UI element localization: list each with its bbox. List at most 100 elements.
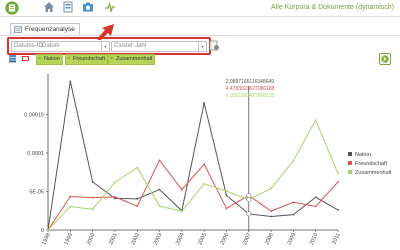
hover-marker (246, 197, 252, 203)
data-point (47, 229, 49, 231)
tooltip-value: 4.4783021627086188 (226, 86, 275, 92)
data-point (292, 213, 295, 216)
data-point (158, 188, 161, 191)
data-point (270, 210, 272, 213)
apply-button[interactable] (379, 53, 391, 65)
cluster-label: Cluster: (114, 43, 135, 49)
data-point (314, 196, 317, 199)
y-tick-label: 5E-05 (29, 190, 44, 196)
data-point (136, 166, 139, 169)
x-tick-label: 2008 (264, 232, 275, 246)
data-point (337, 180, 339, 183)
chevron-down-icon[interactable]: ▼ (198, 42, 206, 51)
x-tick-label: 2002 (130, 232, 141, 246)
x-tick-label: 2000 (86, 232, 97, 246)
x-tick-label: 1998 (41, 232, 52, 246)
data-point (203, 163, 206, 166)
legend-label: Nation (355, 152, 371, 158)
data-point (292, 159, 295, 162)
x-tick-label: 2007 (242, 232, 253, 246)
legend-label: Freundschaft (355, 161, 388, 167)
tab-frequenzanalyse[interactable]: Frequenzanalyse (10, 23, 80, 35)
data-point (180, 188, 183, 191)
data-point (114, 181, 116, 184)
data-point (225, 190, 228, 193)
cluster-value: Jahr (135, 43, 147, 49)
legend-swatch (348, 170, 352, 174)
data-point (158, 159, 161, 162)
data-point (91, 180, 94, 183)
legend-label: Zusammenhalt (355, 170, 392, 176)
x-tick-label: 2006 (220, 232, 231, 246)
data-point (69, 195, 72, 198)
settings-document-icon[interactable] (209, 40, 220, 51)
selected-tags-bar: × Nation × Freundschaft × Zusammenhalt (8, 53, 391, 65)
series-line-nation (47, 81, 339, 231)
remove-tag-icon[interactable]: × (38, 55, 41, 64)
filter-selection-box: Datums-ID: Datum ▼ Cluster: Jahr ▼ (7, 37, 211, 55)
top-bar: Alle Korpora & Dokumente (dynamisch) (0, 0, 400, 17)
tooltip-value: 2.0897166116348649 (226, 79, 275, 85)
tab-label: Frequenzanalyse (25, 26, 75, 33)
datum-id-value: Datum (42, 43, 60, 49)
x-tick-label: 2010 (309, 232, 320, 246)
tag-nation[interactable]: × Nation (36, 54, 63, 65)
data-point (314, 118, 317, 121)
data-point (292, 201, 295, 204)
data-point (91, 208, 94, 211)
tag-label: Nation (44, 56, 60, 62)
x-tick-label: 2004 (175, 232, 186, 246)
x-tick-label: 1999 (64, 232, 75, 246)
y-tick-label: 0.00015 (24, 113, 44, 119)
data-point (69, 80, 72, 83)
arrow-right-icon (381, 55, 389, 63)
tag-label: Freundschaft (73, 56, 106, 62)
layers-icon[interactable] (8, 54, 17, 63)
x-tick-label: 2005 (197, 232, 208, 246)
y-tick-label: 0 (41, 228, 44, 234)
tab-strip: Frequenzanalyse (0, 22, 400, 36)
frequency-line-chart: 0.00015 0.0001 5E-05 01998 1999 2000 2001 2002 2… (24, 74, 392, 246)
tooltip-value: 3.9561583427806535 (226, 93, 275, 99)
data-point (225, 207, 228, 210)
data-point (158, 205, 161, 208)
data-point (337, 209, 339, 211)
datum-id-select[interactable]: Datums-ID: Datum ▼ (11, 41, 110, 52)
data-point (203, 102, 206, 104)
document-icon (14, 26, 22, 33)
chevron-down-icon[interactable]: ▼ (101, 42, 109, 51)
x-tick-label: 2009 (287, 232, 298, 246)
app-logo-icon[interactable] (5, 1, 19, 15)
data-point (270, 215, 272, 218)
x-tick-label: 2011 (331, 232, 341, 245)
x-tick-label: 2001 (108, 232, 119, 246)
corpus-title[interactable]: Alle Korpora & Dokumente (dynamisch) (271, 4, 394, 11)
data-point (203, 182, 206, 185)
tag-zusammenhalt[interactable]: × Zusammenhalt (108, 54, 156, 65)
home-icon[interactable] (43, 1, 55, 13)
y-tick-label: 0.0001 (27, 151, 44, 157)
tag-icon[interactable] (21, 54, 30, 63)
data-point (91, 196, 94, 199)
data-point (114, 195, 116, 198)
legend-swatch (348, 152, 352, 156)
data-point (69, 205, 72, 208)
camera-icon[interactable] (82, 1, 94, 13)
datum-id-label: Datums-ID: (14, 43, 45, 49)
legend-swatch (348, 161, 352, 165)
data-point (114, 197, 116, 200)
cluster-select[interactable]: Cluster: Jahr ▼ (111, 41, 207, 52)
x-tick-label: 2003 (153, 232, 164, 246)
data-point (337, 172, 339, 175)
documents-icon[interactable] (63, 1, 74, 13)
remove-tag-icon[interactable]: × (110, 55, 113, 64)
remove-tag-icon[interactable]: × (67, 55, 70, 64)
data-point (180, 210, 183, 213)
tag-label: Zusammenhalt (116, 56, 153, 62)
series-line-freundschaft (47, 159, 339, 231)
data-point (270, 187, 272, 190)
data-point (225, 194, 228, 197)
tag-freundschaft[interactable]: × Freundschaft (65, 54, 109, 65)
activity-icon[interactable] (104, 1, 116, 13)
data-point (314, 205, 317, 208)
